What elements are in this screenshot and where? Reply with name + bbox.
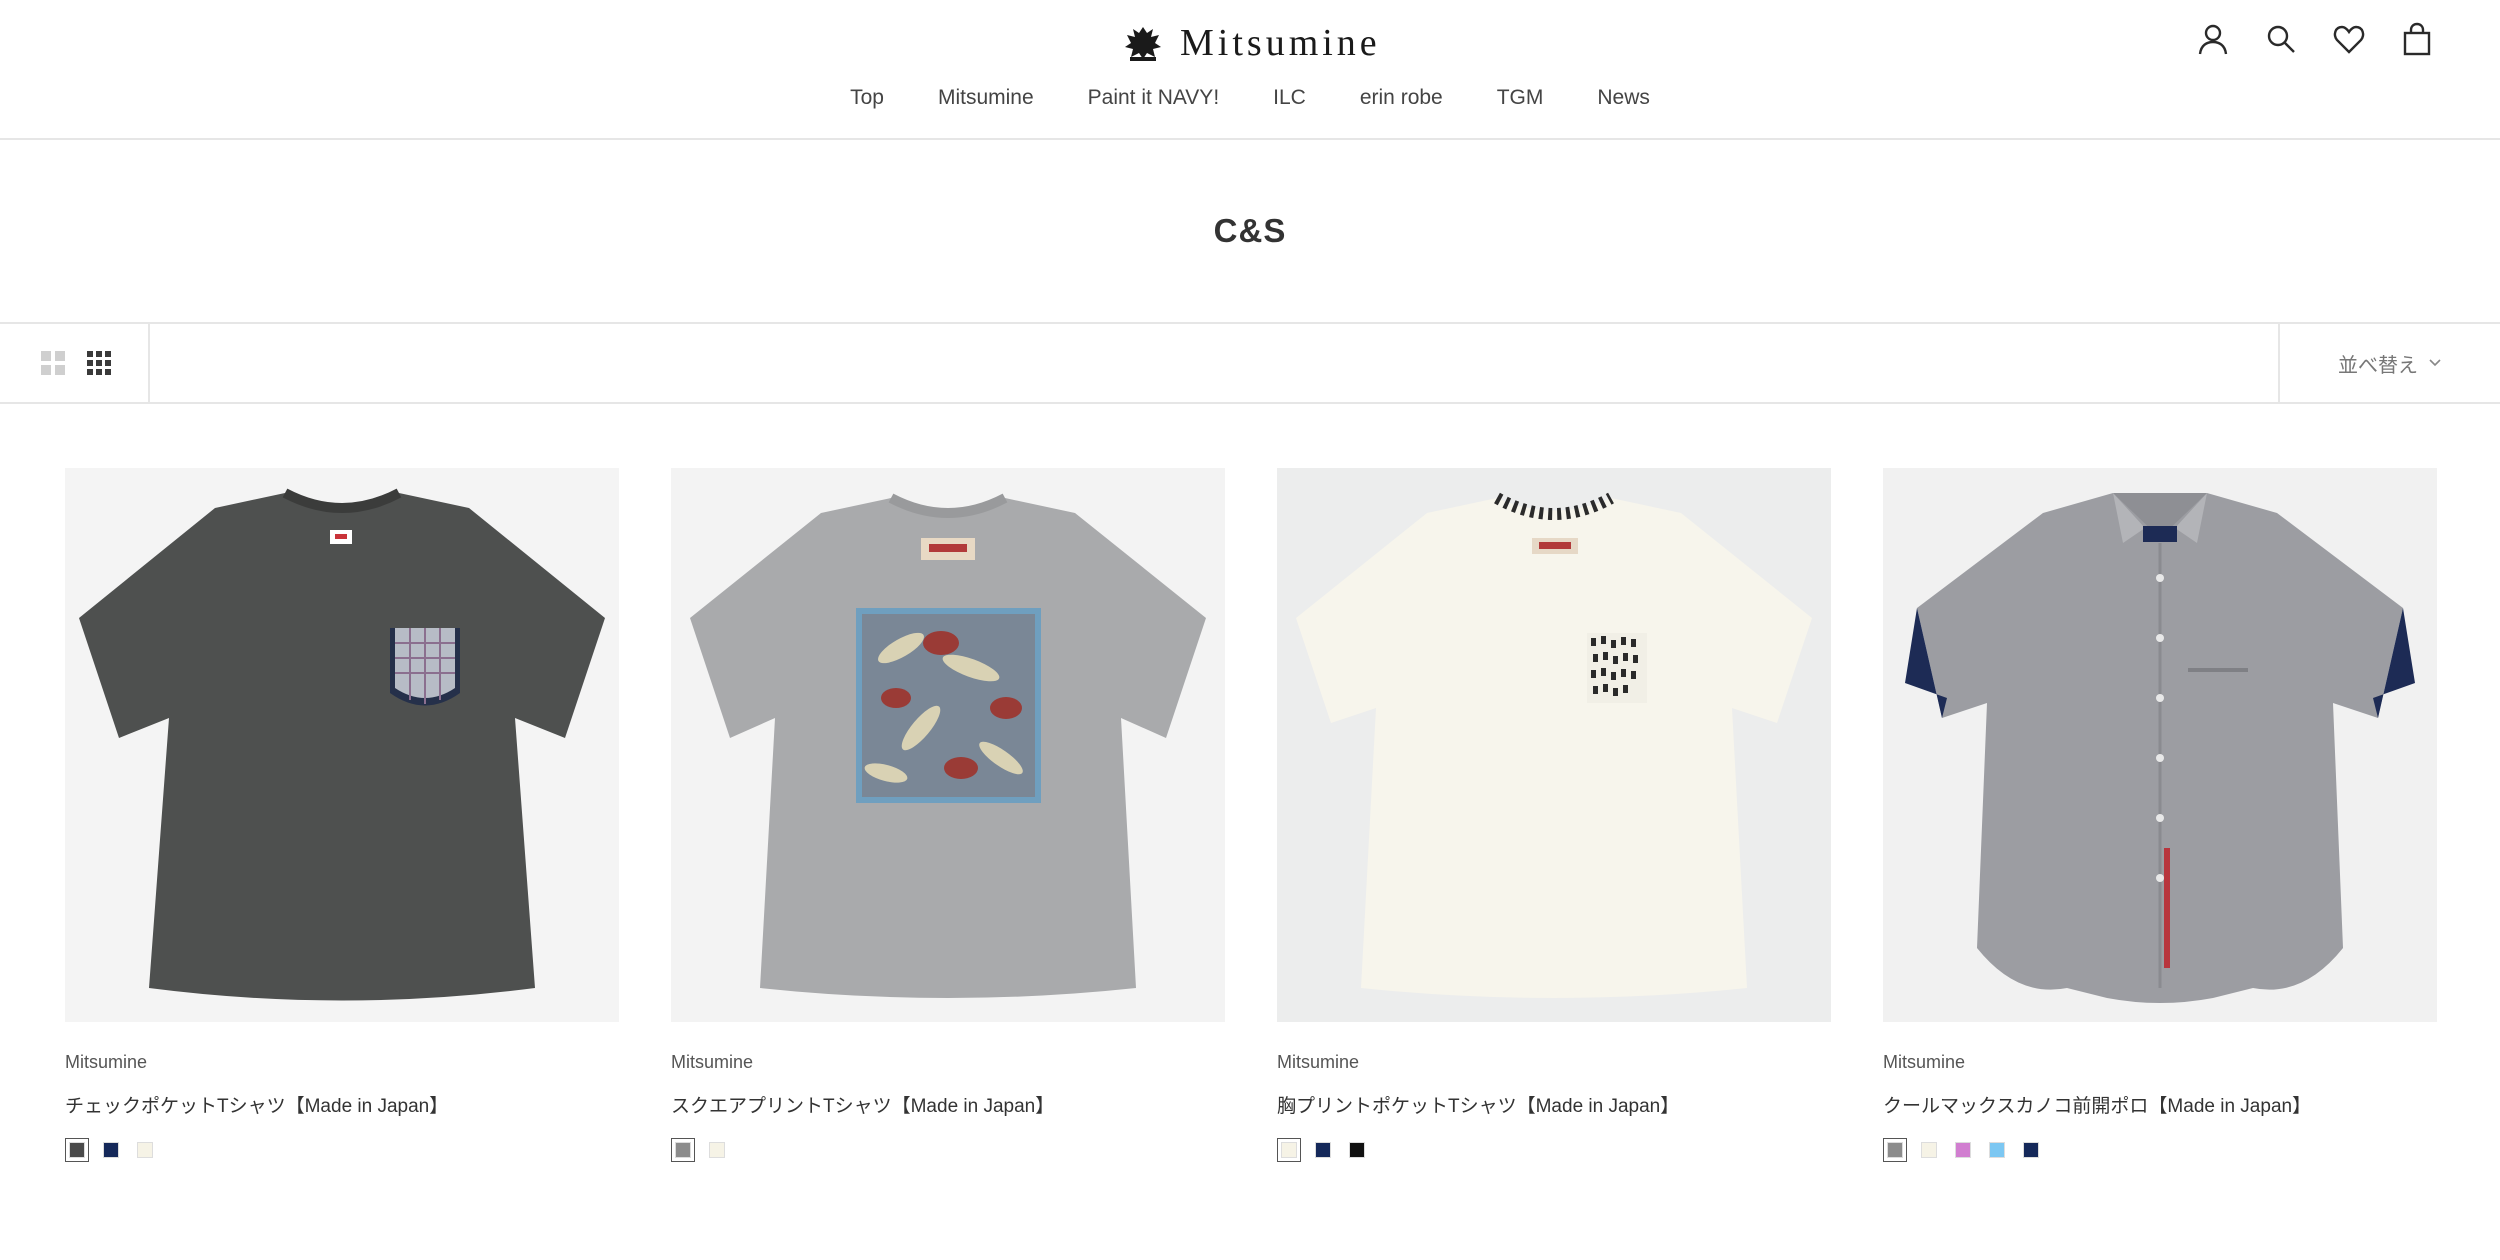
color-swatches xyxy=(1277,1138,1831,1162)
page-title: C&S xyxy=(1213,212,1287,249)
sort-dropdown[interactable]: 並べ替え xyxy=(2278,324,2500,402)
product-image[interactable] xyxy=(1883,468,2437,1022)
product-card: Mitsumine スクエアプリントTシャツ【Made in Japan】 xyxy=(671,468,1225,1162)
swatch-ivory[interactable] xyxy=(1917,1138,1941,1162)
search-icon[interactable] xyxy=(2264,22,2298,56)
product-title[interactable]: スクエアプリントTシャツ【Made in Japan】 xyxy=(671,1091,1225,1118)
swatch-navy[interactable] xyxy=(1311,1138,1335,1162)
product-vendor: Mitsumine xyxy=(1883,1052,1966,1072)
product-grid: Mitsumine チェックポケットTシャツ【Made in Japan】 Mi… xyxy=(65,468,2440,1162)
product-vendor: Mitsumine xyxy=(671,1052,754,1072)
swatch-ivory[interactable] xyxy=(1277,1138,1301,1162)
site-header: Mitsumine Top Mitsumine Paint it NAVY! I… xyxy=(0,0,2500,140)
brand-name: Mitsumine xyxy=(1180,22,1381,64)
product-image[interactable] xyxy=(1277,468,1831,1022)
grid-2-icon[interactable] xyxy=(40,350,66,376)
color-swatches xyxy=(671,1138,1225,1162)
header-actions xyxy=(2196,22,2434,56)
nav-item-paint-it-navy[interactable]: Paint it NAVY! xyxy=(1061,86,1247,110)
main-nav: Top Mitsumine Paint it NAVY! ILC erin ro… xyxy=(0,86,2500,110)
nav-item-ilc[interactable]: ILC xyxy=(1246,86,1333,110)
product-vendor: Mitsumine xyxy=(65,1052,148,1072)
nav-item-erin-robe[interactable]: erin robe xyxy=(1333,86,1470,110)
account-icon[interactable] xyxy=(2196,22,2230,56)
crest-icon xyxy=(1125,27,1161,61)
wishlist-heart-icon[interactable] xyxy=(2332,22,2366,56)
product-vendor: Mitsumine xyxy=(1277,1052,1360,1072)
sort-label: 並べ替え xyxy=(2338,354,2418,377)
swatch-grey[interactable] xyxy=(1883,1138,1907,1162)
nav-item-top[interactable]: Top xyxy=(823,86,911,110)
product-card: Mitsumine チェックポケットTシャツ【Made in Japan】 xyxy=(65,468,619,1162)
nav-item-mitsumine[interactable]: Mitsumine xyxy=(911,86,1061,110)
grid-3-icon[interactable] xyxy=(86,350,112,376)
swatch-pink[interactable] xyxy=(1951,1138,1975,1162)
swatch-ivory[interactable] xyxy=(133,1138,157,1162)
swatch-charcoal[interactable] xyxy=(65,1138,89,1162)
product-title[interactable]: 胸プリントポケットTシャツ【Made in Japan】 xyxy=(1277,1091,1831,1118)
product-card: Mitsumine クールマックスカノコ前開ポロ【Made in Japan】 xyxy=(1883,468,2437,1162)
swatch-sky-blue[interactable] xyxy=(1985,1138,2009,1162)
color-swatches xyxy=(1883,1138,2437,1162)
product-card: Mitsumine 胸プリントポケットTシャツ【Made in Japan】 xyxy=(1277,468,1831,1162)
cart-bag-icon[interactable] xyxy=(2400,22,2434,56)
product-image[interactable] xyxy=(671,468,1225,1022)
swatch-navy[interactable] xyxy=(99,1138,123,1162)
collection-toolbar: 並べ替え xyxy=(0,322,2500,404)
product-image[interactable] xyxy=(65,468,619,1022)
swatch-black[interactable] xyxy=(1345,1138,1369,1162)
swatch-grey[interactable] xyxy=(671,1138,695,1162)
brand-logo[interactable]: Mitsumine xyxy=(1120,18,1381,68)
swatch-navy[interactable] xyxy=(2019,1138,2043,1162)
layout-toggle xyxy=(0,324,150,402)
color-swatches xyxy=(65,1138,619,1162)
chevron-down-icon xyxy=(2429,359,2441,367)
product-title[interactable]: チェックポケットTシャツ【Made in Japan】 xyxy=(65,1091,619,1118)
nav-item-news[interactable]: News xyxy=(1570,86,1677,110)
swatch-ivory[interactable] xyxy=(705,1138,729,1162)
product-title[interactable]: クールマックスカノコ前開ポロ【Made in Japan】 xyxy=(1883,1091,2437,1118)
nav-item-tgm[interactable]: TGM xyxy=(1470,86,1571,110)
collection-header: C&S xyxy=(0,140,2500,322)
